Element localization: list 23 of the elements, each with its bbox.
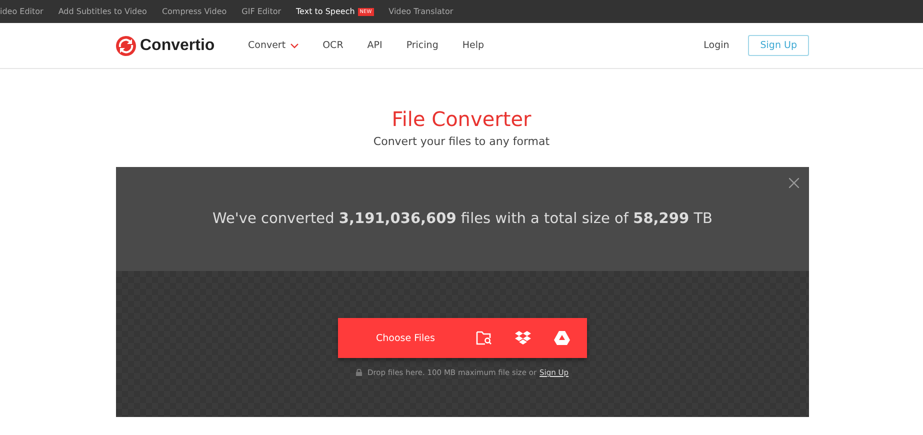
stats-text: We've converted 3,191,036,609 files with a total size of 58,299 TB bbox=[212, 211, 713, 227]
logo-icon bbox=[116, 36, 136, 56]
dropbox-icon[interactable] bbox=[515, 331, 531, 345]
drive-icon[interactable] bbox=[554, 331, 570, 345]
nav-link[interactable]: Pricing bbox=[406, 40, 438, 51]
caret-icon bbox=[290, 42, 299, 48]
nav-link[interactable]: Help bbox=[462, 40, 484, 51]
close-icon[interactable] bbox=[789, 178, 799, 188]
top-bar-link[interactable]: ideo Editor bbox=[0, 7, 44, 16]
nav-link[interactable]: OCR bbox=[322, 40, 344, 51]
top-bar-link[interactable]: GIF Editor bbox=[242, 7, 282, 16]
nav-link[interactable]: API bbox=[367, 40, 382, 51]
top-bar-link[interactable]: Video Translator bbox=[388, 7, 454, 16]
logo-text[interactable]: Convertio bbox=[140, 36, 215, 54]
nav-link[interactable]: Convert bbox=[248, 40, 299, 51]
page-subtitle: Convert your files to any format bbox=[372, 135, 551, 148]
lock-icon bbox=[356, 369, 362, 376]
folder-search-icon[interactable] bbox=[476, 331, 492, 345]
top-bar-link[interactable]: Add Subtitles to Video bbox=[58, 7, 147, 16]
login-link[interactable]: Login bbox=[704, 40, 730, 51]
top-bar-link[interactable]: Compress Video bbox=[162, 7, 227, 16]
page-title: File Converter bbox=[390, 107, 532, 131]
choose-files-button[interactable]: Choose Files bbox=[358, 332, 453, 344]
